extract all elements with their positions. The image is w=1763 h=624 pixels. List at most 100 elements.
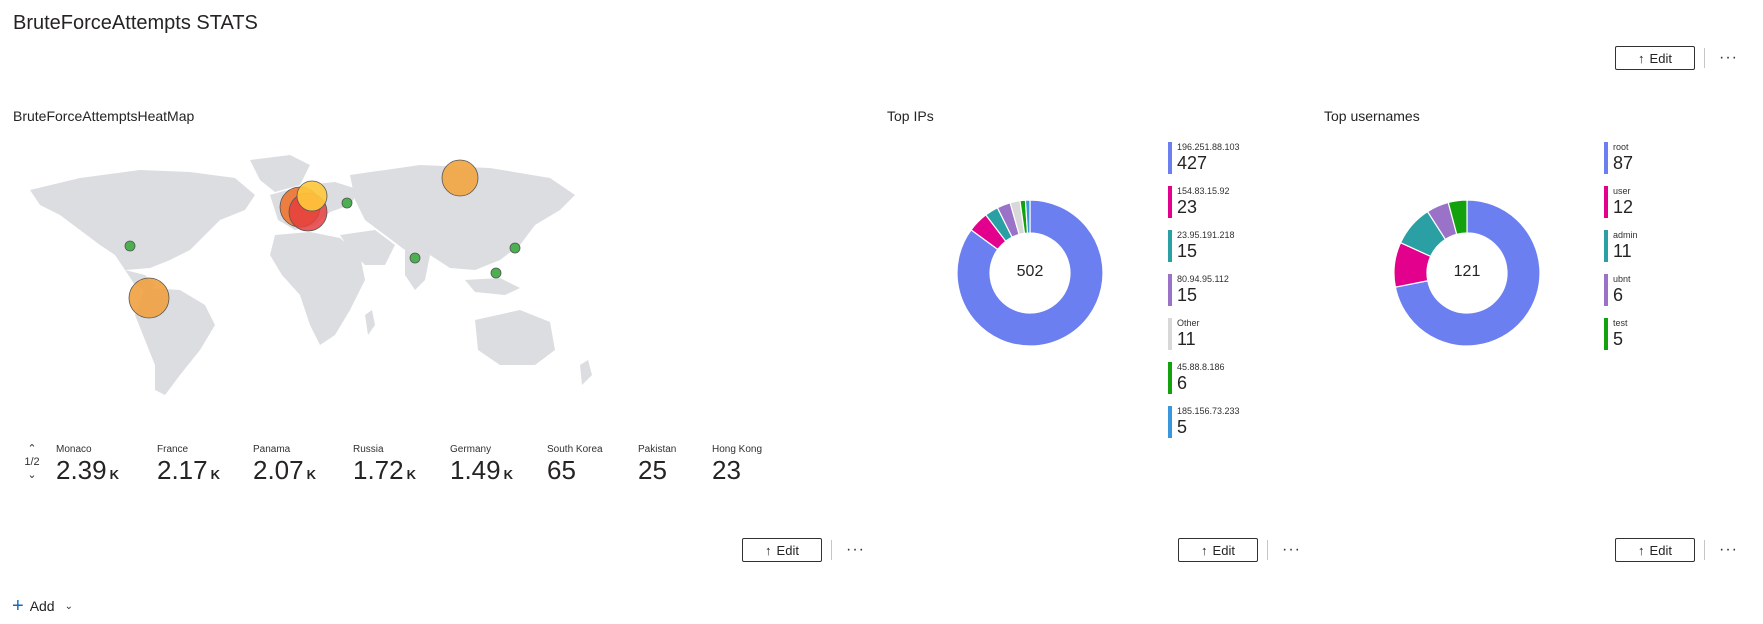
- bubble-germany[interactable]: [296, 180, 328, 212]
- divider: [1267, 540, 1268, 560]
- tile-value: 65: [547, 455, 576, 485]
- legend-swatch: [1168, 230, 1172, 262]
- tile-value: 25: [638, 455, 667, 485]
- tile-pager: ⌃ 1/2 ⌄: [22, 443, 42, 481]
- legend-value: 15: [1177, 285, 1198, 305]
- legend-label: user: [1613, 186, 1631, 196]
- tile-value: 1.49: [450, 455, 501, 485]
- tile-unit: K: [406, 467, 416, 482]
- pager-text: 1/2: [24, 456, 40, 468]
- legend-value: 11: [1177, 329, 1196, 349]
- legend-label: admin: [1613, 230, 1638, 240]
- bubble-russia[interactable]: [441, 159, 479, 197]
- tile-monaco: Monaco 2.39 K: [56, 444, 119, 483]
- legend-value: 5: [1177, 417, 1188, 437]
- legend-label: root: [1613, 142, 1629, 152]
- legend-swatch: [1168, 406, 1172, 438]
- tile-panama: Panama 2.07 K: [253, 444, 316, 483]
- edit-button-top-usernames[interactable]: ↑ Edit: [1615, 538, 1695, 562]
- legend-label: 80.94.95.112: [1177, 274, 1229, 284]
- legend-value: 23: [1177, 197, 1198, 217]
- chevron-down-icon: ⌄: [64, 600, 73, 612]
- edit-button-top-ips[interactable]: ↑ Edit: [1178, 538, 1258, 562]
- tile-label: Germany: [450, 444, 492, 455]
- tile-unit: K: [306, 467, 316, 482]
- more-options-icon[interactable]: ···: [846, 542, 865, 558]
- tile-label: Pakistan: [638, 444, 677, 455]
- tile-unit: K: [109, 467, 119, 482]
- world-map[interactable]: [20, 150, 610, 410]
- map-panel-title: BruteForceAttemptsHeatMap: [13, 108, 195, 124]
- bubble-us[interactable]: [124, 240, 136, 252]
- legend-swatch: [1168, 274, 1172, 306]
- bubble-pakistan[interactable]: [409, 252, 421, 264]
- bubble-poland[interactable]: [341, 197, 353, 209]
- legend-label: 185.156.73.233: [1177, 406, 1240, 416]
- tile-label: Russia: [353, 444, 384, 455]
- legend-swatch: [1168, 362, 1172, 394]
- legend-value: 12: [1613, 197, 1634, 217]
- edit-label: Edit: [776, 542, 799, 558]
- tile-russia: Russia 1.72 K: [353, 444, 416, 483]
- tile-unit: K: [210, 467, 220, 482]
- legend-label: Other: [1177, 318, 1200, 328]
- edit-label: Edit: [1649, 542, 1672, 558]
- chevron-up-icon[interactable]: ⌃: [22, 443, 42, 455]
- more-options-icon[interactable]: ···: [1719, 50, 1738, 66]
- legend-value: 87: [1613, 153, 1634, 173]
- legend-label: 154.83.15.92: [1177, 186, 1230, 196]
- legend-value: 5: [1613, 329, 1624, 349]
- top-ips-total: 502: [1016, 263, 1044, 280]
- chevron-down-icon[interactable]: ⌄: [22, 469, 42, 481]
- edit-button-map[interactable]: ↑ Edit: [742, 538, 822, 562]
- legend-label: 196.251.88.103: [1177, 142, 1240, 152]
- bubble-panama[interactable]: [128, 277, 170, 319]
- bubble-hong-kong[interactable]: [490, 267, 502, 279]
- edit-button-page[interactable]: ↑ Edit: [1615, 46, 1695, 70]
- legend-swatch: [1168, 186, 1172, 218]
- tile-label: South Korea: [547, 444, 603, 455]
- tile-france: France 2.17 K: [157, 444, 220, 483]
- legend-swatch: [1604, 274, 1608, 306]
- edit-label: Edit: [1212, 542, 1235, 558]
- bubble-south-korea[interactable]: [509, 242, 521, 254]
- legend-swatch: [1604, 230, 1608, 262]
- tile-label: Panama: [253, 444, 291, 455]
- tile-value: 2.07: [253, 455, 304, 485]
- divider: [1704, 48, 1705, 68]
- tile-value: 2.17: [157, 455, 208, 485]
- page-title: BruteForceAttempts STATS: [13, 12, 258, 34]
- tile-pakistan: Pakistan 25: [638, 444, 676, 483]
- legend-swatch: [1604, 142, 1608, 174]
- plus-icon: +: [12, 595, 24, 617]
- legend-swatch: [1168, 142, 1172, 174]
- legend-swatch: [1604, 318, 1608, 350]
- tile-unit: K: [503, 467, 513, 482]
- divider: [831, 540, 832, 560]
- arrow-up-icon: ↑: [1638, 50, 1645, 66]
- add-button[interactable]: + Add ⌄: [12, 596, 73, 616]
- tile-label: France: [157, 444, 189, 455]
- tile-value: 2.39: [56, 455, 107, 485]
- legend-label: 23.95.191.218: [1177, 230, 1235, 240]
- legend-value: 11: [1613, 241, 1632, 261]
- more-options-icon[interactable]: ···: [1282, 542, 1301, 558]
- legend-value: 6: [1613, 285, 1624, 305]
- arrow-up-icon: ↑: [1638, 542, 1645, 558]
- tile-south-korea: South Korea 65: [547, 444, 603, 483]
- top-ips-title: Top IPs: [887, 108, 934, 124]
- tile-hong-kong: Hong Kong 23: [712, 444, 762, 483]
- legend-value: 427: [1177, 153, 1208, 173]
- edit-label: Edit: [1649, 50, 1672, 66]
- tile-value: 1.72: [353, 455, 404, 485]
- arrow-up-icon: ↑: [765, 542, 772, 558]
- tile-value: 23: [712, 455, 741, 485]
- legend-label: test: [1613, 318, 1628, 328]
- legend-swatch: [1604, 186, 1608, 218]
- legend-label: 45.88.8.186: [1177, 362, 1225, 372]
- add-label: Add: [29, 598, 55, 614]
- top-usernames-title: Top usernames: [1324, 108, 1420, 124]
- more-options-icon[interactable]: ···: [1719, 542, 1738, 558]
- tile-label: Hong Kong: [712, 444, 763, 455]
- tile-germany: Germany 1.49 K: [450, 444, 513, 483]
